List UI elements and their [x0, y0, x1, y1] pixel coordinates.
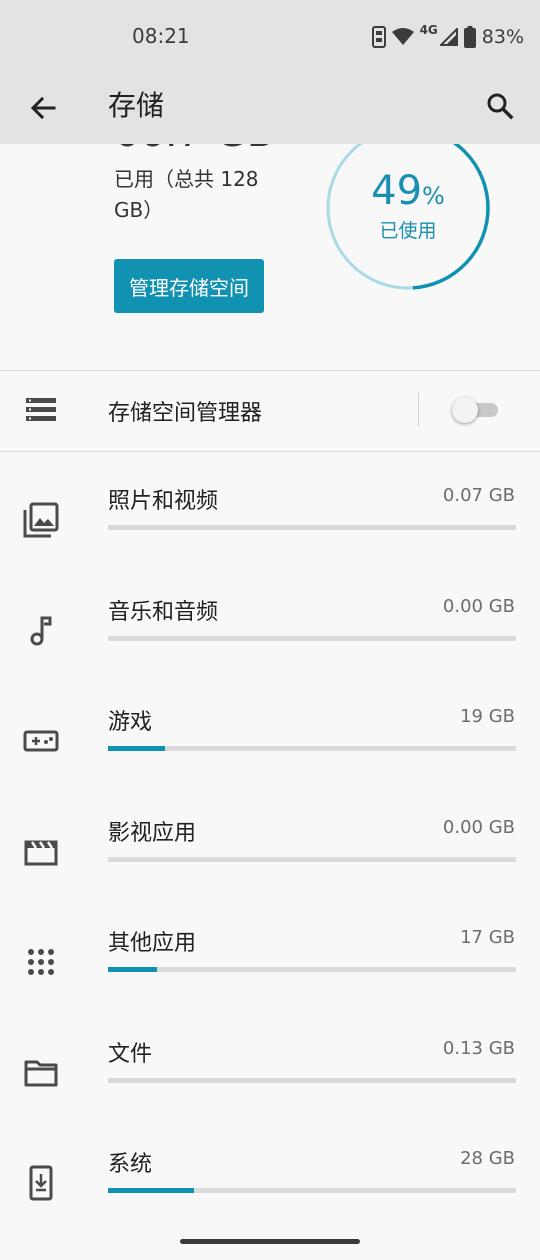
category-name: 文件	[108, 1041, 153, 1067]
storage-manager-row[interactable]: 存储空间管理器	[0, 371, 540, 451]
storage-manager-toggle[interactable]	[452, 397, 500, 423]
page-title: 存储	[108, 89, 165, 122]
back-arrow-icon[interactable]	[24, 88, 64, 128]
category-size: 17 GB	[460, 927, 515, 948]
storage-manager-label: 存储空间管理器	[108, 401, 263, 426]
gamepad-icon	[22, 722, 60, 764]
used-storage-value: 66.7 GB	[114, 144, 274, 156]
category-size: 0.07 GB	[442, 485, 515, 506]
category-row[interactable]: 文件 0.13 GB	[0, 1018, 540, 1128]
folder-icon	[22, 1054, 60, 1096]
system-update-icon	[22, 1164, 60, 1206]
category-usage-bar	[108, 1077, 516, 1083]
category-row[interactable]: 系统 28 GB	[0, 1128, 540, 1238]
category-usage-bar	[108, 635, 516, 641]
category-name: 照片和视频	[108, 489, 219, 514]
category-name: 音乐和音频	[108, 599, 219, 625]
divider	[0, 451, 540, 452]
usage-percent-value: 49	[371, 168, 423, 214]
category-name: 影视应用	[108, 820, 197, 846]
category-usage-fill	[108, 746, 166, 751]
usage-percent-label: 已使用	[379, 220, 437, 242]
category-size: 19 GB	[460, 706, 515, 727]
photo-library-icon	[22, 501, 60, 543]
category-usage-bar	[108, 856, 516, 862]
wifi-icon	[391, 28, 414, 46]
category-row[interactable]: 音乐和音频 0.00 GB	[0, 576, 540, 686]
vertical-divider	[418, 393, 419, 427]
search-icon[interactable]	[480, 86, 520, 126]
app-bar: 存储	[0, 72, 540, 144]
category-size: 0.13 GB	[442, 1037, 515, 1059]
battery-icon	[463, 26, 476, 48]
battery-level: 83%	[481, 26, 524, 48]
toggle-thumb	[452, 397, 478, 423]
apps-grid-icon	[22, 943, 60, 985]
music-note-icon	[22, 612, 60, 654]
status-icons: 4G 83%	[371, 23, 524, 50]
movie-icon	[22, 833, 60, 875]
category-usage-bar	[108, 525, 516, 530]
used-total-text: 已用（总共 128 GB）	[114, 167, 259, 222]
signal-icon	[439, 28, 458, 46]
category-size: 0.00 GB	[442, 816, 515, 838]
status-time: 08:21	[132, 24, 190, 48]
usage-percent: 49% 已使用	[326, 168, 490, 243]
category-usage-bar	[108, 1188, 516, 1193]
usage-percent-sign: %	[422, 182, 445, 210]
category-usage-fill	[108, 967, 157, 972]
status-bar: 08:21 4G 83%	[0, 0, 540, 72]
top-bar: 08:21 4G 83% 存储	[0, 0, 540, 144]
category-size: 0.00 GB	[442, 595, 515, 617]
manage-storage-button[interactable]: 管理存储空间	[114, 259, 264, 313]
network-type: 4G	[419, 23, 438, 37]
category-name: 系统	[108, 1152, 153, 1177]
category-size: 28 GB	[460, 1148, 515, 1169]
home-indicator[interactable]	[180, 1239, 360, 1244]
storage-summary: 66.7 GB 已用（总共 128 GB） 管理存储空间 49% 已使用	[0, 144, 540, 370]
category-row[interactable]: 其他应用 17 GB	[0, 907, 540, 1017]
category-usage-bar	[108, 746, 516, 751]
storage-list-icon	[26, 396, 56, 428]
sim-icon	[371, 26, 386, 48]
category-row[interactable]: 游戏 19 GB	[0, 686, 540, 796]
category-row[interactable]: 影视应用 0.00 GB	[0, 797, 540, 907]
category-usage-bar	[108, 967, 516, 972]
category-usage-fill	[108, 1188, 194, 1193]
category-name: 其他应用	[108, 931, 197, 956]
category-row[interactable]: 照片和视频 0.07 GB	[0, 465, 540, 575]
category-name: 游戏	[108, 710, 153, 735]
